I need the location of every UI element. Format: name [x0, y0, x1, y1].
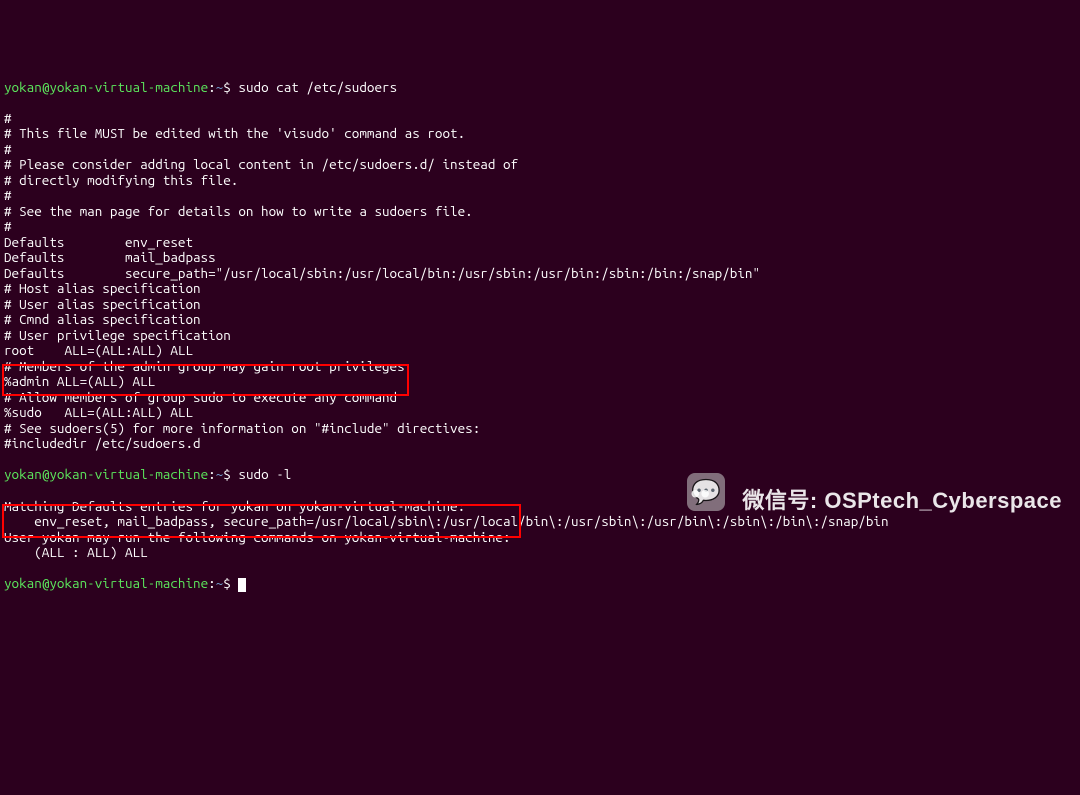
command-1: sudo cat /etc/sudoers [238, 79, 397, 95]
prompt-userhost: yokan@yokan-virtual-machine [4, 575, 208, 591]
output-line: %admin ALL=(ALL) ALL [4, 374, 1076, 390]
prompt-line-2[interactable]: yokan@yokan-virtual-machine:~$ sudo -l [4, 467, 1076, 483]
output-line: Defaults mail_badpass [4, 250, 1076, 266]
output-line: # Please consider adding local content i… [4, 157, 1076, 173]
cursor [238, 578, 246, 592]
output-line: #includedir /etc/sudoers.d [4, 436, 1076, 452]
output-line: root ALL=(ALL:ALL) ALL [4, 343, 1076, 359]
output-line: # User alias specification [4, 297, 1076, 313]
output-line: # [4, 111, 1076, 127]
output-line: # Host alias specification [4, 281, 1076, 297]
output-line: # User privilege specification [4, 328, 1076, 344]
output-line: # See sudoers(5) for more information on… [4, 421, 1076, 437]
output-line: # See the man page for details on how to… [4, 204, 1076, 220]
output-line: # [4, 219, 1076, 235]
prompt-line-3[interactable]: yokan@yokan-virtual-machine:~$ [4, 576, 1076, 592]
output-line: # [4, 188, 1076, 204]
output-line: # Cmnd alias specification [4, 312, 1076, 328]
output-line: Defaults secure_path="/usr/local/sbin:/u… [4, 266, 1076, 282]
output-line: # directly modifying this file. [4, 173, 1076, 189]
output-line: %sudo ALL=(ALL:ALL) ALL [4, 405, 1076, 421]
prompt-userhost: yokan@yokan-virtual-machine [4, 466, 208, 482]
output-line: # This file MUST be edited with the 'vis… [4, 126, 1076, 142]
terminal-window[interactable]: yokan@yokan-virtual-machine:~$ sudo cat … [0, 62, 1080, 609]
output-line: # [4, 142, 1076, 158]
output-line: env_reset, mail_badpass, secure_path=/us… [4, 514, 1076, 530]
output-line: (ALL : ALL) ALL [4, 545, 1076, 561]
prompt-line-1[interactable]: yokan@yokan-virtual-machine:~$ sudo cat … [4, 80, 1076, 96]
output-line: Defaults env_reset [4, 235, 1076, 251]
prompt-path: ~ [216, 575, 224, 591]
watermark-text: 微信号: OSPtech_Cyberspace [742, 488, 1062, 513]
output-line: # Members of the admin group may gain ro… [4, 359, 1076, 375]
prompt-userhost: yokan@yokan-virtual-machine [4, 79, 208, 95]
watermark-bubble-icon: •• [690, 490, 710, 498]
output-line: # Allow members of group sudo to execute… [4, 390, 1076, 406]
sudoers-output: ## This file MUST be edited with the 'vi… [4, 111, 1076, 452]
command-2: sudo -l [238, 466, 291, 482]
